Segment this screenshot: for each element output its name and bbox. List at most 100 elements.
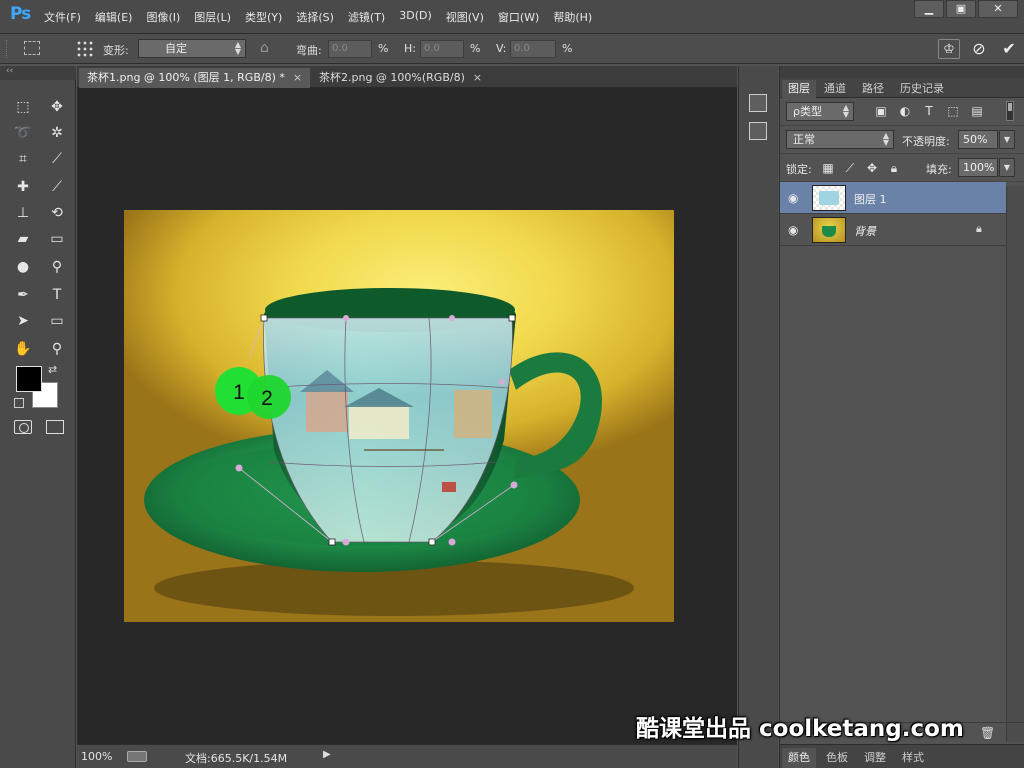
menu-type[interactable]: 类型(Y) [245, 9, 282, 25]
shape-filter-icon[interactable]: ⬚ [946, 104, 960, 118]
bend-percent: % [378, 42, 389, 55]
h-label: H: [404, 42, 416, 55]
tab-history[interactable]: 历史记录 [894, 80, 950, 98]
minimize-button[interactable]: ▁ [914, 0, 944, 18]
document-tab-2-label: 茶杯2.png @ 100%(RGB/8) [319, 71, 465, 84]
eraser-tool-icon[interactable]: ▰ [10, 228, 36, 250]
lock-all-icon[interactable]: 🔒︎ [886, 160, 902, 176]
close-window-button[interactable]: ✕ [978, 0, 1018, 18]
warp-orientation-icon[interactable]: ⌂ [260, 40, 280, 58]
lock-pixels-icon[interactable]: ⟋ [842, 160, 858, 176]
tab-channels[interactable]: 通道 [818, 80, 852, 98]
canvas-area[interactable]: 1 2 [77, 88, 737, 744]
toolbox-header[interactable]: ‹‹ [0, 66, 76, 80]
menu-file[interactable]: 文件(F) [44, 9, 81, 25]
properties-panel-icon[interactable] [749, 94, 767, 112]
blend-mode-select[interactable]: 正常 ▲ ▼ [786, 130, 894, 149]
screen-mode-icon[interactable] [46, 420, 64, 434]
layer-row-layer1[interactable]: ◉ 图层 1 [780, 182, 1006, 214]
crop-tool-icon[interactable]: ⌗ [10, 148, 36, 170]
panel-dock-strip [738, 66, 778, 768]
history-brush-icon[interactable]: ⟲ [44, 202, 70, 224]
close-tab-icon[interactable]: × [293, 71, 302, 84]
foreground-color-swatch[interactable] [16, 366, 42, 392]
visibility-eye-icon[interactable]: ◉ [788, 223, 798, 237]
default-colors-icon[interactable] [14, 398, 24, 408]
menu-edit[interactable]: 编辑(E) [95, 9, 133, 25]
tab-adjustments[interactable]: 调整 [858, 748, 892, 768]
document-image[interactable]: 1 2 [124, 210, 674, 622]
visibility-eye-icon[interactable]: ◉ [788, 191, 798, 205]
v-percent: % [562, 42, 573, 55]
quick-mask-icon[interactable] [14, 420, 32, 434]
menu-layer[interactable]: 图层(L) [194, 9, 231, 25]
layer-row-background[interactable]: ◉ 背景 🔒︎ [780, 214, 1006, 246]
fill-dropdown-icon[interactable]: ▼ [999, 158, 1015, 177]
h-input[interactable]: 0.0 [420, 40, 464, 58]
rectangle-tool-icon[interactable]: ▭ [44, 310, 70, 332]
tab-color[interactable]: 颜色 [782, 748, 816, 768]
tab-styles[interactable]: 样式 [896, 748, 930, 768]
cancel-transform-icon[interactable]: ⊘ [968, 39, 990, 59]
menu-image[interactable]: 图像(I) [146, 9, 180, 25]
layers-scrollbar[interactable] [1006, 186, 1024, 742]
filter-toggle[interactable] [1006, 101, 1014, 121]
hand-tool-icon[interactable]: ✋ [10, 338, 36, 360]
menu-help[interactable]: 帮助(H) [553, 9, 592, 25]
tab-paths[interactable]: 路径 [856, 80, 890, 98]
marquee-tool-icon[interactable]: ⬚ [10, 96, 36, 118]
menu-select[interactable]: 选择(S) [296, 9, 334, 25]
panel-collapse-bar[interactable] [780, 66, 1024, 78]
swap-colors-icon[interactable]: ⇄ [48, 363, 57, 376]
blur-tool-icon[interactable]: ● [10, 256, 36, 278]
tab-layers[interactable]: 图层 [782, 80, 816, 98]
lock-transparency-icon[interactable]: ▦ [820, 160, 836, 176]
commit-transform-icon[interactable]: ✔ [998, 39, 1020, 59]
transform-tool-icon[interactable] [24, 41, 40, 55]
reference-point-icon[interactable] [76, 40, 94, 58]
clone-stamp-icon[interactable]: ⊥ [10, 202, 36, 224]
pixel-filter-icon[interactable]: ▣ [874, 104, 888, 118]
bend-input[interactable]: 0.0 [328, 40, 372, 58]
type-tool-icon[interactable]: T [44, 284, 70, 306]
lasso-tool-icon[interactable]: ➰ [10, 122, 36, 144]
lock-position-icon[interactable]: ✥ [864, 160, 880, 176]
options-grip[interactable] [6, 40, 9, 58]
close-tab-icon[interactable]: × [473, 71, 482, 84]
magic-wand-icon[interactable]: ✲ [44, 122, 70, 144]
eyedropper-icon[interactable]: ⟋ [44, 148, 70, 170]
zoom-level[interactable]: 100% [81, 750, 112, 763]
fill-input[interactable]: 100% [958, 158, 998, 177]
filter-kind-select[interactable]: ρ类型 ▲ ▼ [786, 102, 854, 121]
document-tab-2[interactable]: 茶杯2.png @ 100%(RGB/8) × [311, 68, 490, 88]
delete-layer-icon[interactable]: 🗑︎ [980, 726, 995, 740]
menu-view[interactable]: 视图(V) [446, 9, 484, 25]
warp-mode-icon[interactable]: ♔ [938, 39, 960, 59]
v-input[interactable]: 0.0 [510, 40, 556, 58]
dodge-tool-icon[interactable]: ⚲ [44, 256, 70, 278]
layer-name: 背景 [854, 225, 876, 238]
opacity-input[interactable]: 50% [958, 130, 998, 149]
menu-window[interactable]: 窗口(W) [498, 9, 539, 25]
warp-style-select[interactable]: 自定 ▲ ▼ [138, 39, 246, 58]
healing-brush-icon[interactable]: ✚ [10, 176, 36, 198]
opacity-dropdown-icon[interactable]: ▼ [999, 130, 1015, 149]
tab-swatches[interactable]: 色板 [820, 748, 854, 768]
notes-panel-icon[interactable] [749, 122, 767, 140]
document-tab-1[interactable]: 茶杯1.png @ 100% (图层 1, RGB/8) * × [79, 68, 311, 88]
pen-tool-icon[interactable]: ✒ [10, 284, 36, 306]
gradient-tool-icon[interactable]: ▭ [44, 228, 70, 250]
adjustment-filter-icon[interactable]: ◐ [898, 104, 912, 118]
path-selection-icon[interactable]: ➤ [10, 310, 36, 332]
zoom-tool-icon[interactable]: ⚲ [44, 338, 70, 360]
status-menu-arrow-icon[interactable]: ▶ [323, 749, 331, 760]
status-info-icon[interactable] [127, 751, 147, 762]
maximize-button[interactable]: ▣ [946, 0, 976, 18]
move-tool-icon[interactable]: ✥ [44, 96, 70, 118]
menu-3d[interactable]: 3D(D) [399, 9, 432, 25]
smart-object-filter-icon[interactable]: ▤ [970, 104, 984, 118]
menu-filter[interactable]: 滤镜(T) [348, 9, 385, 25]
brush-tool-icon[interactable]: ⟋ [44, 176, 70, 198]
blend-mode-value: 正常 [793, 133, 815, 146]
type-filter-icon[interactable]: T [922, 104, 936, 118]
